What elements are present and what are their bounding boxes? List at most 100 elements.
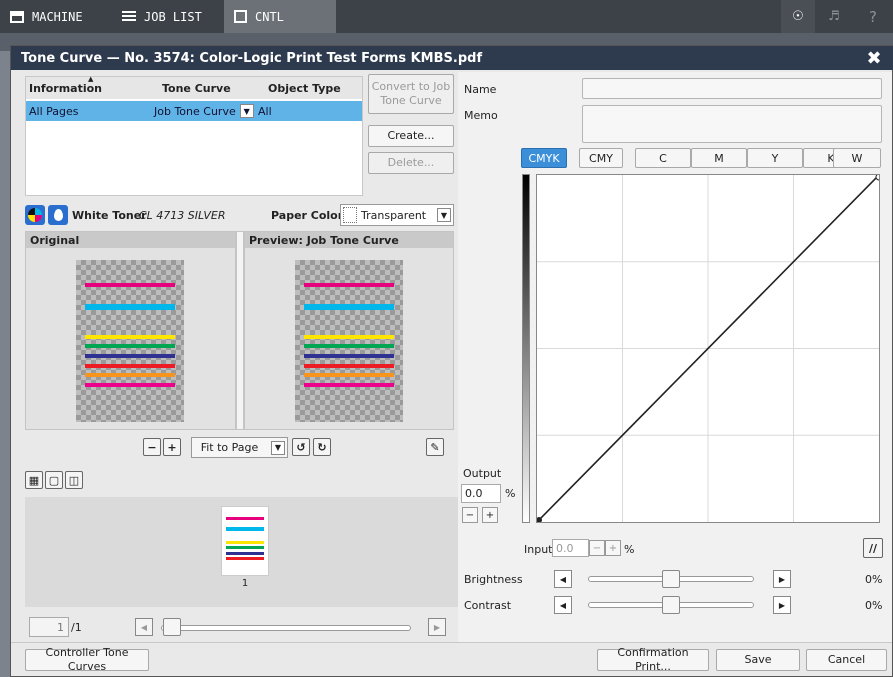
grid-view-icon[interactable]: ▦ (25, 471, 43, 489)
contrast-increase-icon[interactable]: ▶ (773, 596, 791, 614)
brightness-slider-knob[interactable] (662, 570, 680, 588)
contrast-label: Contrast (464, 599, 512, 612)
create-button[interactable]: Create... (368, 125, 454, 147)
white-toner-label: White Toner (72, 209, 147, 222)
channel-button-y[interactable]: Y (747, 148, 803, 168)
white-toner-value: CL 4713 SILVER (139, 209, 226, 222)
tone-curve-svg (537, 175, 879, 522)
page-number-input[interactable]: 1 (29, 617, 69, 637)
sort-ascending-icon: ▲ (88, 75, 94, 83)
help-icon[interactable]: ? (856, 0, 890, 33)
pane-scrollbar[interactable] (236, 231, 244, 430)
channel-button-c[interactable]: C (635, 148, 691, 168)
convert-to-job-tone-curve-button[interactable]: Convert to Job Tone Curve (368, 74, 454, 114)
rotate-left-icon[interactable]: ↺ (292, 438, 310, 456)
page-filmstrip: 1 (25, 497, 459, 607)
dialog-title: Tone Curve — No. 3574: Color-Logic Print… (11, 46, 893, 70)
original-preview-image (76, 260, 184, 422)
output-label: Output (463, 467, 502, 480)
channel-button-w[interactable]: W (833, 148, 881, 168)
reset-curve-icon[interactable]: ∕∕ (863, 538, 883, 558)
tab-job-list-label: JOB LIST (144, 9, 202, 24)
close-icon[interactable]: ✖ (864, 48, 884, 69)
list-icon (122, 10, 136, 23)
column-header-information[interactable]: Information (26, 77, 146, 99)
cell-object-type: All (258, 104, 272, 118)
white-toner-drop-icon[interactable] (48, 205, 68, 225)
tab-machine[interactable]: MACHINE (0, 0, 112, 33)
input-percent-label: % (624, 543, 635, 556)
table-row[interactable]: All Pages Job Tone Curve ▼ All (26, 101, 362, 121)
column-header-object-type[interactable]: Object Type (258, 77, 362, 99)
globe-icon[interactable]: ☉ (781, 0, 815, 33)
tone-curve-preview-image (295, 260, 403, 422)
spread-view-icon[interactable]: ◫ (65, 471, 83, 489)
memo-field[interactable] (582, 105, 882, 143)
original-pane-header: Original (26, 232, 235, 248)
contrast-slider-knob[interactable] (662, 596, 680, 614)
tone-curve-select-value: Job Tone Curve (154, 104, 236, 118)
info-table: Information ▲ Tone Curve Object Type All… (25, 75, 363, 196)
save-button[interactable]: Save (716, 649, 800, 671)
input-increment-button[interactable]: + (605, 540, 621, 556)
controller-tone-curves-button[interactable]: Controller Tone Curves (25, 646, 149, 673)
chevron-down-icon: ▼ (239, 104, 254, 118)
original-pane: Original (25, 231, 236, 430)
output-gradient-bar (522, 174, 530, 523)
name-label: Name (464, 83, 497, 96)
cmyk-color-icon[interactable] (25, 205, 45, 225)
input-decrement-button[interactable]: − (589, 540, 605, 556)
tone-curve-dialog: Tone Curve — No. 3574: Color-Logic Print… (10, 45, 893, 677)
preview-pane: Preview: Job Tone Curve (244, 231, 454, 430)
tone-curve-graph[interactable] (536, 174, 880, 523)
brightness-value: 0% (865, 573, 883, 586)
channel-button-m[interactable]: M (691, 148, 747, 168)
column-header-tone-curve[interactable]: Tone Curve (146, 77, 258, 99)
brightness-increase-icon[interactable]: ▶ (773, 570, 791, 588)
previous-page-icon[interactable]: ◀ (135, 618, 153, 636)
output-input[interactable]: 0.0 (461, 484, 501, 503)
output-increment-button[interactable]: + (482, 507, 498, 523)
page-slider-knob[interactable] (163, 618, 181, 636)
tab-machine-label: MACHINE (32, 9, 83, 24)
confirmation-print-button[interactable]: Confirmation Print... (597, 646, 709, 673)
chevron-down-icon: ▼ (437, 208, 451, 222)
output-percent-label: % (505, 487, 516, 500)
paper-color-label: Paper Color (271, 209, 344, 222)
brightness-decrease-icon[interactable]: ◀ (554, 570, 572, 588)
zoom-out-icon[interactable]: − (143, 438, 161, 456)
contrast-decrease-icon[interactable]: ◀ (554, 596, 572, 614)
paper-color-select[interactable]: Transparent ▼ (340, 204, 454, 226)
footer-divider (11, 642, 892, 643)
name-field[interactable] (582, 78, 882, 99)
single-page-icon[interactable]: ▢ (45, 471, 63, 489)
zoom-select-value: Fit to Page (200, 441, 259, 454)
system-top-bar: MACHINE JOB LIST CNTL ☉ ♬ ? (0, 0, 893, 33)
tab-cntl-label: CNTL (255, 9, 284, 24)
tab-job-list[interactable]: JOB LIST (112, 0, 224, 33)
preview-pane-header: Preview: Job Tone Curve (245, 232, 453, 248)
volume-icon[interactable]: ♬ (817, 0, 851, 33)
tab-cntl[interactable]: CNTL (224, 0, 336, 33)
channel-button-cmy[interactable]: CMY (579, 148, 623, 168)
input-label: Input (524, 543, 553, 556)
transparent-swatch-icon (343, 207, 357, 223)
input-input[interactable]: 0.0 (552, 539, 589, 557)
background-app-edge (0, 51, 10, 677)
zoom-select[interactable]: Fit to Page ▼ (191, 437, 288, 458)
rotate-right-icon[interactable]: ↻ (313, 438, 331, 456)
memo-label: Memo (464, 109, 498, 122)
brightness-label: Brightness (464, 573, 523, 586)
delete-button[interactable]: Delete... (368, 152, 454, 174)
zoom-in-icon[interactable]: + (163, 438, 181, 456)
page-thumbnail[interactable] (221, 506, 269, 576)
output-decrement-button[interactable]: − (462, 507, 478, 523)
page-slider-track[interactable] (161, 625, 411, 631)
curve-end-point (875, 175, 879, 181)
add-page-icon[interactable]: ✎ (426, 438, 444, 456)
tone-curve-select[interactable]: Job Tone Curve ▼ (154, 101, 254, 121)
cancel-button[interactable]: Cancel (806, 649, 887, 671)
page-number-label: 1 (241, 578, 249, 589)
next-page-icon[interactable]: ▶ (428, 618, 446, 636)
channel-button-cmyk[interactable]: CMYK (521, 148, 567, 168)
